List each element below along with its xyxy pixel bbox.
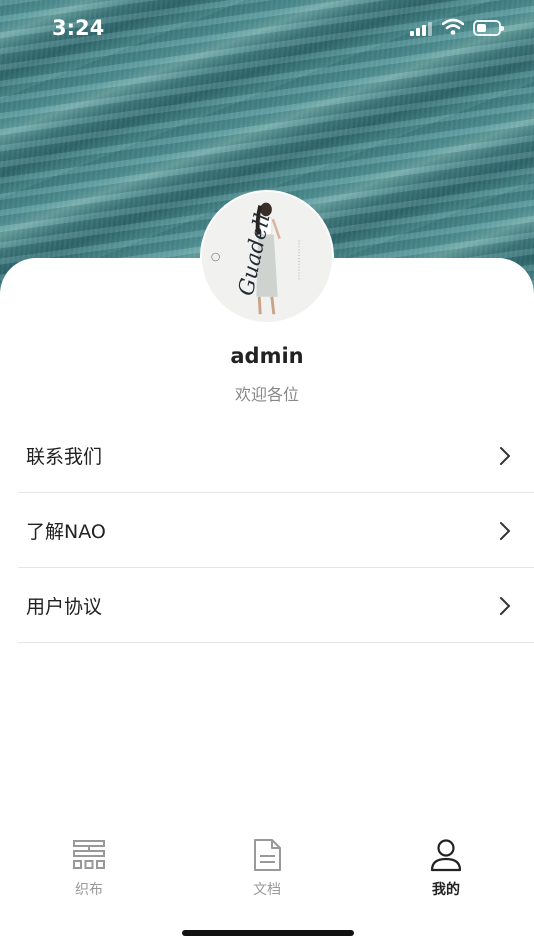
status-time: 3:24 [52,16,105,40]
menu-item-contact-us[interactable]: 联系我们 [18,418,534,493]
battery-icon [473,20,504,36]
battery-level [477,24,486,32]
home-indicator[interactable] [182,930,354,936]
tab-label: 我的 [432,882,460,898]
tab-mine[interactable]: 我的 [386,830,506,904]
tab-documents[interactable]: 文档 [207,830,327,904]
menu-item-user-agreement[interactable]: 用户协议 [18,568,534,643]
chevron-right-icon [500,597,510,615]
tab-label: 文档 [253,882,281,898]
menu-item-label: 联系我们 [26,446,103,468]
chevron-right-icon [500,447,510,465]
tagline: 欢迎各位 [234,385,299,404]
avatar-image: Guadell [202,192,332,322]
menu-item-about-nao[interactable]: 了解NAO [18,493,534,568]
chevron-right-icon [500,522,510,540]
username: admin [230,344,304,368]
document-icon [254,839,281,871]
cellular-signal-icon [410,22,432,36]
profile-menu: 联系我们 了解NAO 用户协议 [18,418,534,643]
person-icon [430,839,462,872]
avatar[interactable]: Guadell [200,190,334,324]
fabric-grid-icon [73,840,105,869]
wifi-icon [442,18,464,35]
status-bar: 3:24 [0,0,534,58]
menu-item-label: 了解NAO [26,521,106,543]
tab-bar: 织布 文档 我的 [0,830,534,910]
tab-label: 织布 [75,882,103,898]
tab-fabric[interactable]: 织布 [29,830,149,904]
menu-item-label: 用户协议 [26,596,103,618]
